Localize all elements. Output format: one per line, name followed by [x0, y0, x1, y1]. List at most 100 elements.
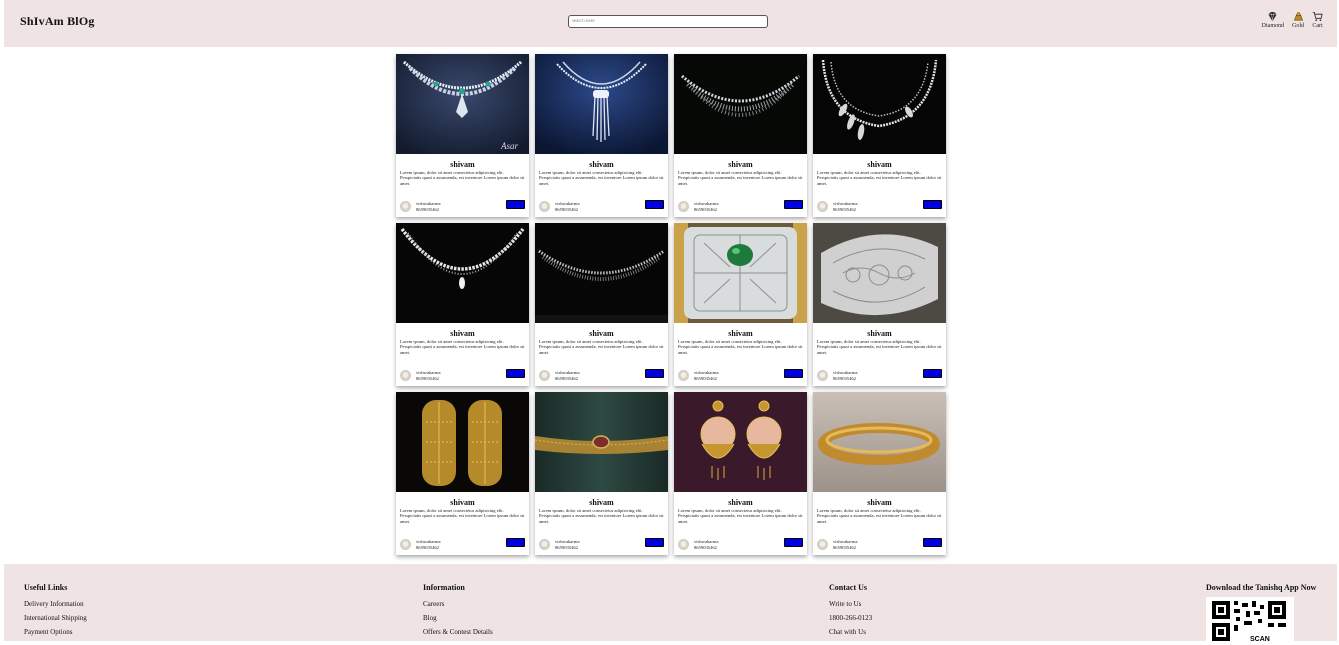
search-input[interactable] [568, 15, 768, 28]
card-action-button[interactable] [506, 369, 525, 378]
nav-diamond[interactable]: Diamond [1262, 11, 1284, 29]
footer-link-careers[interactable]: Careers [423, 597, 493, 611]
author-avatar [539, 539, 550, 550]
author-phone: 8659035462 [555, 375, 578, 381]
product-card[interactable]: shivam Lorem ipsum, dolor sit amet conse… [813, 54, 946, 217]
product-image-gold-earrings [674, 392, 807, 492]
card-title: shivam [867, 329, 892, 338]
product-card[interactable]: shivam Lorem ipsum, dolor sit amet conse… [535, 392, 668, 555]
product-image-gold-bangles [396, 392, 529, 492]
nav-diamond-label: Diamond [1261, 23, 1284, 29]
author-name: vishwakarma [416, 201, 441, 206]
author-name: vishwakarma [555, 539, 580, 544]
footer-useful-links: Useful Links Delivery Information Intern… [24, 583, 87, 639]
author-name: vishwakarma [555, 201, 580, 206]
author-info: vishwakarma 8659035462 [555, 201, 580, 212]
nav-cart[interactable]: Cart [1312, 11, 1323, 29]
author-info: vishwakarma 8659035462 [694, 201, 719, 212]
footer-link-blog[interactable]: Blog [423, 611, 493, 625]
product-card[interactable]: shivam Lorem ipsum, dolor sit amet conse… [396, 223, 529, 386]
author-avatar [817, 370, 828, 381]
card-footer: vishwakarma 8659035462 [817, 200, 942, 213]
diamond-icon [1268, 12, 1277, 22]
card-action-button[interactable] [506, 538, 525, 547]
card-action-button[interactable] [784, 369, 803, 378]
card-action-button[interactable] [645, 369, 664, 378]
product-card[interactable]: shivam Lorem ipsum, dolor sit amet conse… [396, 392, 529, 555]
gold-icon [1293, 12, 1303, 21]
card-action-button[interactable] [784, 200, 803, 209]
card-title: shivam [728, 498, 753, 507]
site-header: ShIvAm BlOg Diamond Gold Cart [4, 0, 1337, 47]
product-card[interactable]: shivam Lorem ipsum, dolor sit amet conse… [535, 223, 668, 386]
product-grid: Asar shivam Lorem ipsum, dolor sit amet … [396, 54, 946, 555]
card-footer: vishwakarma 8659035462 [400, 538, 525, 551]
footer-link-chat[interactable]: Chat with Us [829, 625, 872, 639]
footer-link-shipping[interactable]: International Shipping [24, 611, 87, 625]
card-action-button[interactable] [645, 538, 664, 547]
footer-heading: Information [423, 583, 465, 592]
product-card[interactable]: shivam Lorem ipsum, dolor sit amet conse… [674, 392, 807, 555]
nav-gold-label: Gold [1292, 23, 1304, 29]
card-action-button[interactable] [784, 538, 803, 547]
nav-cart-label: Cart [1312, 23, 1323, 29]
product-image-drop-necklace [674, 54, 807, 154]
footer-app-download: Download the Tanishq App Now SCAN [1206, 583, 1316, 645]
product-card[interactable]: shivam Lorem ipsum, dolor sit amet conse… [535, 54, 668, 217]
card-description: Lorem ipsum, dolor sit amet consectetur … [400, 508, 525, 524]
author-name: vishwakarma [416, 539, 441, 544]
author-name: vishwakarma [833, 370, 858, 375]
product-card[interactable]: shivam Lorem ipsum, dolor sit amet conse… [813, 392, 946, 555]
product-card[interactable]: Asar shivam Lorem ipsum, dolor sit amet … [396, 54, 529, 217]
author-avatar [678, 201, 689, 212]
qr-scan-label: SCAN [1250, 636, 1270, 643]
footer-link-offers[interactable]: Offers & Contest Details [423, 625, 493, 639]
qr-code-icon[interactable]: SCAN [1206, 597, 1294, 645]
card-footer: vishwakarma 8659035462 [678, 538, 803, 551]
author-info: vishwakarma 8659035462 [694, 539, 719, 550]
author-name: vishwakarma [833, 201, 858, 206]
product-image-leaf-necklace [813, 54, 946, 154]
card-action-button[interactable] [923, 369, 942, 378]
product-card[interactable]: shivam Lorem ipsum, dolor sit amet conse… [674, 54, 807, 217]
footer-information: Information Careers Blog Offers & Contes… [423, 583, 493, 639]
product-image-collar-necklace [535, 223, 668, 323]
footer-link-phone[interactable]: 1800-266-0123 [829, 611, 872, 625]
footer-heading: Useful Links [24, 583, 68, 592]
author-name: vishwakarma [416, 370, 441, 375]
card-action-button[interactable] [645, 200, 664, 209]
author-info: vishwakarma 8659035462 [694, 370, 719, 381]
author-phone: 8659035462 [555, 544, 578, 550]
author-phone: 8659035462 [416, 375, 439, 381]
product-image-emerald-cuff [674, 223, 807, 323]
card-action-button[interactable] [923, 200, 942, 209]
card-description: Lorem ipsum, dolor sit amet consectetur … [400, 339, 525, 355]
footer-link-delivery[interactable]: Delivery Information [24, 597, 87, 611]
product-image-tassel-necklace [535, 54, 668, 154]
product-card[interactable]: shivam Lorem ipsum, dolor sit amet conse… [674, 223, 807, 386]
product-card[interactable]: shivam Lorem ipsum, dolor sit amet conse… [813, 223, 946, 386]
card-title: shivam [450, 498, 475, 507]
author-name: vishwakarma [833, 539, 858, 544]
author-phone: 8659035462 [694, 206, 717, 212]
site-logo[interactable]: ShIvAm BlOg [20, 14, 95, 29]
author-info: vishwakarma 8659035462 [416, 370, 441, 381]
card-title: shivam [867, 498, 892, 507]
author-info: vishwakarma 8659035462 [833, 370, 858, 381]
site-footer: Useful Links Delivery Information Intern… [4, 564, 1337, 645]
card-action-button[interactable] [506, 200, 525, 209]
footer-link-write[interactable]: Write to Us [829, 597, 872, 611]
author-phone: 8659035462 [416, 206, 439, 212]
author-name: vishwakarma [555, 370, 580, 375]
card-action-button[interactable] [923, 538, 942, 547]
author-phone: 8659035462 [694, 544, 717, 550]
nav-gold[interactable]: Gold [1292, 11, 1304, 29]
card-title: shivam [450, 329, 475, 338]
card-description: Lorem ipsum, dolor sit amet consectetur … [678, 508, 803, 524]
author-info: vishwakarma 8659035462 [416, 201, 441, 212]
card-footer: vishwakarma 8659035462 [539, 538, 664, 551]
author-info: vishwakarma 8659035462 [833, 539, 858, 550]
author-info: vishwakarma 8659035462 [555, 370, 580, 381]
footer-link-payment[interactable]: Payment Options [24, 625, 87, 639]
card-footer: vishwakarma 8659035462 [817, 369, 942, 382]
